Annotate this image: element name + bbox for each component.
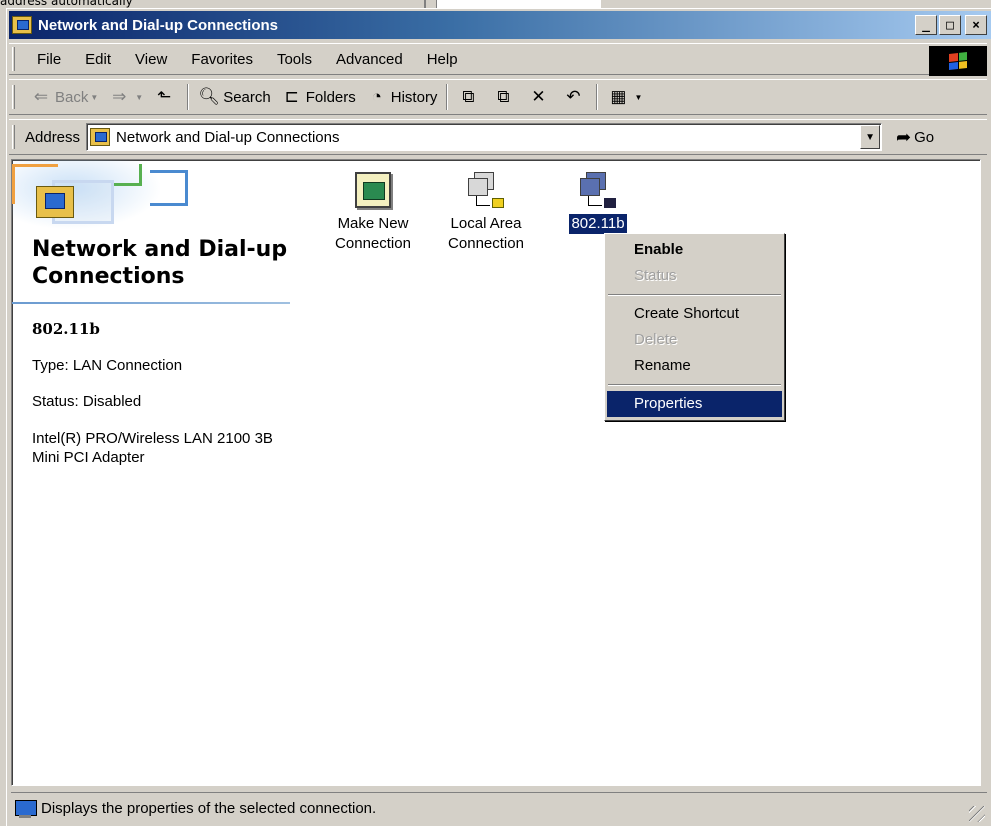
minimize-button[interactable]: _ (915, 15, 937, 35)
wireless-connection-item[interactable]: 802.11b (548, 172, 648, 234)
up-folder-button[interactable]: ⬑ (148, 83, 183, 111)
addressbar-grip[interactable] (12, 125, 15, 149)
go-button[interactable]: ➦ Go (896, 127, 934, 148)
connection-status: Status: Disabled (32, 393, 142, 410)
web-view-panel: Network and Dial-up Connections 802.11b … (12, 160, 294, 785)
make-new-connection-icon (355, 172, 391, 208)
go-arrow-icon: ➦ (896, 126, 912, 147)
background-window-text: address automatically (0, 0, 133, 8)
maximize-button[interactable]: □ (939, 15, 961, 35)
local-area-connection-label: Local Area Connection (448, 215, 524, 252)
forward-arrow-icon: ⇒ (112, 87, 127, 106)
menu-bar: File Edit View Favorites Tools Advanced … (9, 43, 987, 76)
toolbar-grip[interactable] (12, 85, 15, 109)
context-menu: Enable Status Create Shortcut Delete Ren… (604, 233, 785, 421)
status-text: Displays the properties of the selected … (41, 800, 377, 817)
connection-adapter: Intel(R) PRO/Wireless LAN 2100 3B Mini P… (32, 430, 273, 466)
context-menu-separator (608, 384, 781, 386)
context-menu-properties[interactable]: Properties (607, 391, 782, 417)
folders-label: Folders (305, 88, 356, 106)
make-new-connection-label: Make New Connection (335, 215, 411, 252)
local-area-connection-item[interactable]: Local Area Connection (436, 172, 536, 254)
back-label: Back (55, 88, 89, 106)
address-input[interactable]: Network and Dial-up Connections ▼ (86, 123, 883, 151)
standard-toolbar: ⇐ Back ▼ ⇒ ▼ ⬑ 🔍︎ Search ⊏ Folders ◔ His… (9, 79, 987, 115)
forward-dropdown-icon[interactable]: ▼ (135, 93, 143, 102)
selection-details: 802.11b Type: LAN Connection Status: Dis… (32, 320, 292, 467)
toolbar-separator (446, 84, 449, 110)
history-icon: ◔ (371, 87, 382, 106)
status-bar: Displays the properties of the selected … (11, 792, 987, 824)
folders-button[interactable]: ⊏ Folders (276, 83, 361, 111)
back-dropdown-icon[interactable]: ▼ (90, 93, 98, 102)
wireless-connection-icon (580, 172, 616, 208)
window-title: Network and Dial-up Connections (38, 16, 279, 34)
title-bar[interactable]: Network and Dial-up Connections _ □ × (9, 11, 991, 39)
panel-divider (12, 302, 290, 304)
context-menu-separator (608, 294, 781, 296)
menu-file[interactable]: File (25, 51, 73, 68)
search-icon: 🔍︎ (198, 87, 220, 106)
close-button[interactable]: × (965, 15, 987, 35)
delete-button[interactable]: ✕ (522, 83, 557, 111)
network-folder-icon (36, 186, 74, 218)
back-arrow-icon: ⇐ (33, 87, 49, 106)
menu-view[interactable]: View (123, 51, 179, 68)
views-dropdown-icon[interactable]: ▼ (634, 93, 642, 102)
lan-connection-icon (468, 172, 504, 208)
explorer-window: Network and Dial-up Connections _ □ × Fi… (6, 8, 991, 826)
panel-title: Network and Dial-up Connections (32, 237, 288, 289)
windows-logo-icon (929, 46, 987, 76)
up-folder-icon: ⬑ (157, 87, 172, 106)
go-label: Go (914, 128, 935, 146)
back-button[interactable]: ⇐ Back ▼ (25, 83, 103, 111)
undo-button[interactable]: ↶ (557, 83, 592, 111)
context-menu-status: Status (634, 267, 677, 284)
search-label: Search (223, 88, 271, 106)
menu-tools[interactable]: Tools (265, 51, 324, 68)
context-menu-rename[interactable]: Rename (607, 353, 782, 379)
context-menu-delete: Delete (634, 331, 678, 348)
toolbar-separator (187, 84, 190, 110)
menu-edit[interactable]: Edit (73, 51, 123, 68)
connection-type: Type: LAN Connection (32, 357, 183, 374)
resize-grip-icon[interactable] (969, 806, 985, 822)
views-grid-icon: ▦ (610, 87, 627, 106)
context-menu-enable[interactable]: Enable (607, 237, 782, 263)
search-button[interactable]: 🔍︎ Search (193, 83, 276, 111)
history-button[interactable]: ◔ History (361, 83, 443, 111)
move-to-icon: ⧉ (462, 87, 475, 106)
menubar-grip[interactable] (12, 47, 15, 71)
menu-favorites[interactable]: Favorites (179, 51, 265, 68)
context-menu-create-shortcut[interactable]: Create Shortcut (607, 301, 782, 327)
window-controls: _ □ × (915, 15, 987, 35)
views-button[interactable]: ▦ ▼ (602, 83, 647, 111)
network-folder-icon (90, 128, 111, 146)
folder-content-pane[interactable]: Network and Dial-up Connections 802.11b … (11, 159, 981, 786)
computer-icon (13, 799, 37, 819)
background-window-separator (424, 0, 426, 8)
background-window: address automatically (0, 0, 991, 8)
selected-connection-name: 802.11b (32, 320, 100, 338)
copy-to-icon: ⧉ (497, 87, 510, 106)
forward-button[interactable]: ⇒ ▼ (103, 83, 148, 111)
address-dropdown-icon[interactable]: ▼ (860, 125, 881, 149)
address-bar: Address Network and Dial-up Connections … (9, 119, 987, 155)
copy-to-button[interactable]: ⧉ (487, 83, 522, 111)
make-new-connection-item[interactable]: Make New Connection (323, 172, 423, 254)
network-folder-icon (12, 16, 32, 34)
wireless-connection-label: 802.11b (569, 214, 627, 234)
undo-icon: ↶ (566, 87, 581, 106)
delete-x-icon: ✕ (531, 87, 546, 106)
history-label: History (390, 88, 438, 106)
menu-help[interactable]: Help (415, 51, 470, 68)
address-label: Address (25, 128, 81, 146)
toolbar-separator (596, 84, 599, 110)
move-to-button[interactable]: ⧉ (452, 83, 487, 111)
folders-icon: ⊏ (284, 87, 299, 106)
menu-advanced[interactable]: Advanced (324, 51, 415, 68)
background-window-field (436, 0, 601, 8)
address-value: Network and Dial-up Connections (116, 128, 340, 146)
